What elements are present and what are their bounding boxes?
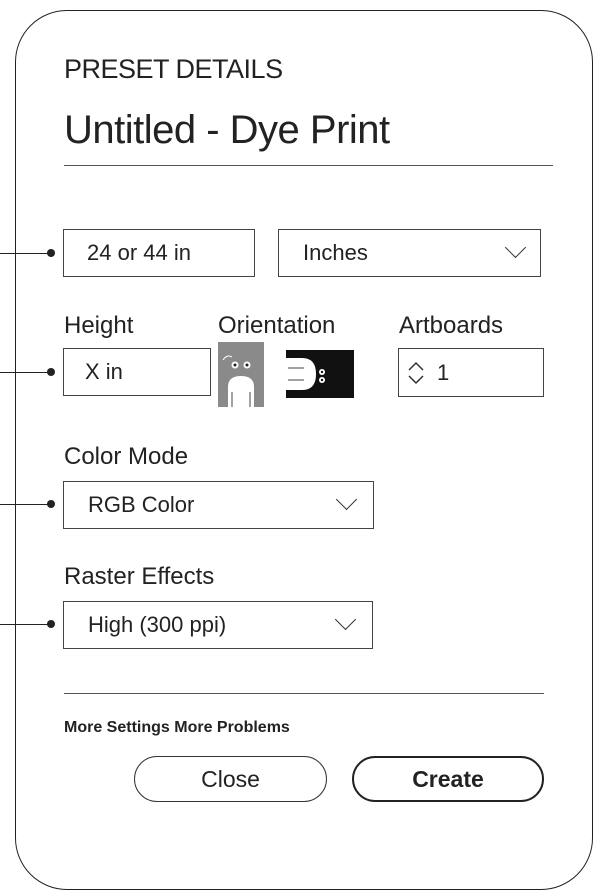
connector-dot [47,249,55,257]
raster-effects-label: Raster Effects [64,563,215,590]
width-value: 24 or 44 in [87,240,191,265]
footer-divider [64,693,544,694]
height-value: X in [85,359,123,384]
artboards-stepper[interactable]: 1 [398,348,544,397]
chevron-down-icon [335,488,358,511]
connector-line [0,253,50,254]
color-mode-label: Color Mode [64,443,189,470]
raster-effects-value: High (300 ppi) [88,612,227,637]
artboards-label: Artboards [399,312,504,339]
preset-name-field[interactable]: Untitled - Dye Print [64,108,390,153]
height-label: Height [64,312,134,339]
title-underline [64,165,553,166]
portrait-orientation-icon[interactable] [218,342,264,407]
connector-dot [47,368,55,376]
connector-line [0,504,50,505]
connector-line [0,624,50,625]
orientation-label: Orientation [218,312,336,339]
landscape-orientation-icon[interactable] [286,350,354,398]
connector-line [0,372,50,373]
stepper-arrows-icon[interactable] [407,360,425,386]
connector-dot [47,500,55,508]
create-button[interactable]: Create [352,756,544,802]
more-settings-link[interactable]: More Settings More Problems [64,719,290,737]
color-mode-value: RGB Color [88,492,195,517]
close-button[interactable]: Close [134,756,327,802]
height-input[interactable]: X in [63,348,211,396]
units-select[interactable]: Inches [278,229,541,277]
width-input[interactable]: 24 or 44 in [63,229,255,277]
chevron-down-icon [334,608,357,631]
raster-effects-select[interactable]: High (300 ppi) [63,601,373,649]
section-title: PRESET DETAILS [64,54,283,84]
chevron-down-icon [504,236,527,259]
color-mode-select[interactable]: RGB Color [63,481,374,529]
connector-dot [47,620,55,628]
units-value: Inches [303,240,368,265]
artboards-value: 1 [437,359,450,385]
